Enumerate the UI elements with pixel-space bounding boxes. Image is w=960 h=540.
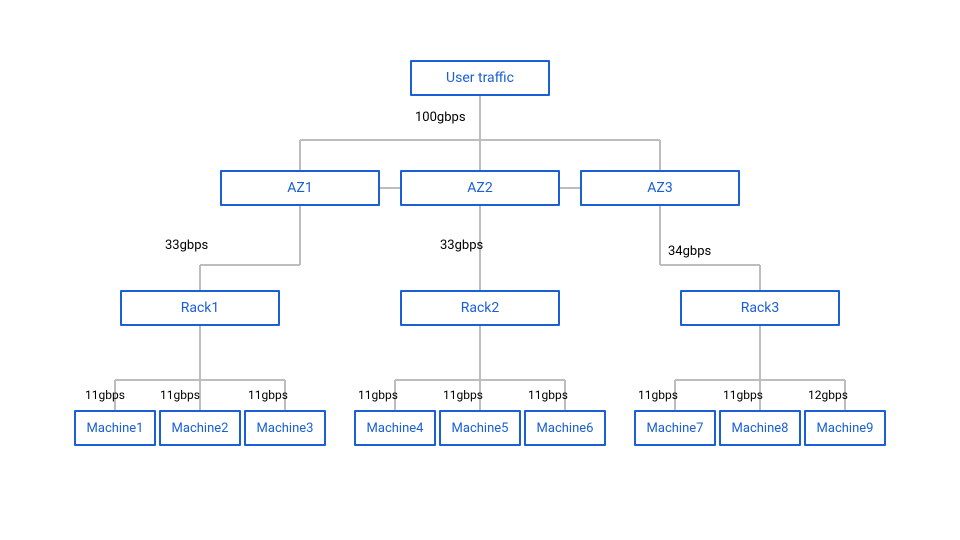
edge-label-root-az: 100gbps: [415, 110, 466, 125]
edge-label-az2-rack2: 33gbps: [440, 238, 483, 253]
node-machine3: Machine3: [244, 410, 326, 446]
node-label: Machine9: [817, 421, 874, 436]
node-rack1: Rack1: [120, 290, 280, 326]
node-label: User traffic: [446, 70, 514, 86]
node-machine7: Machine7: [634, 410, 716, 446]
node-machine5: Machine5: [439, 410, 521, 446]
node-label: Machine7: [647, 421, 704, 436]
edge-label-m6: 11gbps: [528, 388, 568, 402]
node-rack3: Rack3: [680, 290, 840, 326]
node-label: Machine5: [452, 421, 509, 436]
node-label: Machine8: [732, 421, 789, 436]
node-label: AZ2: [467, 180, 492, 196]
node-label: Machine1: [87, 421, 144, 436]
edge-label-m2: 11gbps: [160, 388, 200, 402]
edge-label-az1-rack1: 33gbps: [165, 238, 208, 253]
edge-label-m1: 11gbps: [85, 388, 125, 402]
node-label: Rack1: [181, 300, 220, 316]
node-machine2: Machine2: [159, 410, 241, 446]
node-label: Machine6: [537, 421, 594, 436]
edge-label-m8: 11gbps: [723, 388, 763, 402]
edge-label-m7: 11gbps: [638, 388, 678, 402]
edge-label-m5: 11gbps: [443, 388, 483, 402]
node-rack2: Rack2: [400, 290, 560, 326]
node-machine9: Machine9: [804, 410, 886, 446]
node-machine1: Machine1: [74, 410, 156, 446]
node-label: Rack3: [741, 300, 780, 316]
node-machine4: Machine4: [354, 410, 436, 446]
edge-label-m9: 12gbps: [808, 388, 848, 402]
node-az3: AZ3: [580, 170, 740, 206]
node-label: AZ1: [287, 180, 312, 196]
node-label: Machine2: [172, 421, 229, 436]
node-machine6: Machine6: [524, 410, 606, 446]
edge-label-m3: 11gbps: [248, 388, 288, 402]
edge-label-az3-rack3: 34gbps: [668, 244, 711, 259]
node-label: Machine3: [257, 421, 314, 436]
node-label: Rack2: [461, 300, 500, 316]
node-user-traffic: User traffic: [410, 60, 550, 96]
node-machine8: Machine8: [719, 410, 801, 446]
node-label: AZ3: [647, 180, 672, 196]
node-az1: AZ1: [220, 170, 380, 206]
node-az2: AZ2: [400, 170, 560, 206]
node-label: Machine4: [367, 421, 424, 436]
edge-label-m4: 11gbps: [358, 388, 398, 402]
